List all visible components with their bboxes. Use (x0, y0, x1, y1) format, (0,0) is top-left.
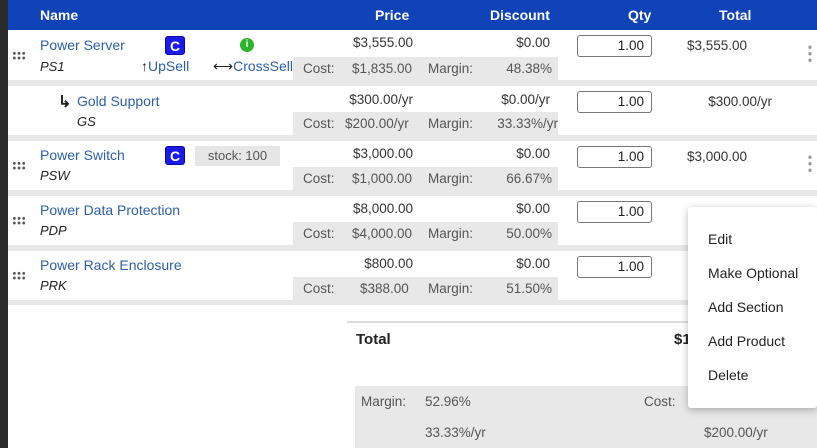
summary-recurring-total: $200.00/yr (704, 425, 768, 440)
drag-handle-icon[interactable] (12, 51, 26, 61)
cost-value: $1,835.00 (352, 61, 413, 76)
cost-label: Cost: (303, 171, 335, 186)
discount-value: $0.00 (516, 146, 550, 161)
margin-value: 48.38% (506, 61, 552, 76)
margin-label: Margin: (428, 61, 474, 76)
arrow-up-icon: ↑ (141, 58, 148, 74)
summary-total-label: Total (356, 331, 391, 348)
margin-label: Margin: (428, 116, 474, 131)
table-row: Power Server PS1 C i ↑UpSell ⟷CrossSell … (8, 30, 817, 80)
crosssell-link[interactable]: ⟷CrossSell (213, 58, 293, 75)
more-options-icon[interactable] (808, 44, 812, 64)
summary-margin-label: Margin: (361, 394, 407, 409)
quantity-input[interactable]: 1.00 (577, 91, 652, 113)
row-context-menu: Edit Make Optional Add Section Add Produ… (688, 207, 817, 408)
product-name-link[interactable]: Power Switch (40, 147, 125, 163)
info-icon[interactable]: i (240, 38, 254, 52)
product-code: PSW (40, 168, 70, 183)
header-name: Name (40, 7, 79, 23)
drag-handle-icon[interactable] (12, 271, 26, 281)
price-value: $300.00/yr (349, 92, 413, 107)
product-code: PDP (40, 223, 67, 238)
total-value: $3,000.00 (686, 149, 747, 164)
header-total: Total (719, 7, 752, 23)
product-name-link[interactable]: Power Rack Enclosure (40, 257, 182, 273)
total-value: $3,555.00 (686, 38, 747, 53)
margin-value: 51.50% (506, 281, 552, 296)
crosssell-label: CrossSell (233, 58, 293, 74)
discount-value: $0.00 (516, 35, 550, 50)
menu-item-add-section[interactable]: Add Section (708, 299, 784, 315)
product-name-link[interactable]: Gold Support (77, 93, 160, 109)
summary-cost-label: Cost: (644, 394, 676, 409)
price-value: $3,555.00 (352, 35, 413, 50)
drag-handle-icon[interactable] (12, 161, 26, 171)
header-discount: Discount (490, 7, 550, 23)
left-border-strip (0, 0, 8, 448)
margin-value: 50.00% (506, 226, 552, 241)
margin-value: 33.33%/yr (497, 116, 558, 131)
product-name-link[interactable]: Power Server (40, 37, 125, 53)
discount-value: $0.00 (516, 256, 550, 271)
configurable-badge[interactable]: C (165, 36, 185, 55)
margin-value: 66.67% (506, 171, 552, 186)
discount-value: $0.00 (516, 201, 550, 216)
cost-label: Cost: (303, 226, 335, 241)
menu-item-make-optional[interactable]: Make Optional (708, 265, 798, 281)
cost-label: Cost: (303, 281, 335, 296)
cost-label: Cost: (303, 116, 335, 131)
quantity-input[interactable]: 1.00 (577, 146, 652, 168)
cost-margin-bar: Cost: $1,000.00 Margin: 66.67% (293, 167, 558, 190)
menu-item-add-product[interactable]: Add Product (708, 333, 785, 349)
cost-margin-bar: Cost: $200.00/yr Margin: 33.33%/yr (293, 112, 558, 135)
price-value: $3,000.00 (352, 146, 413, 161)
quantity-input[interactable]: 1.00 (577, 201, 652, 223)
product-name-link[interactable]: Power Data Protection (40, 202, 180, 218)
summary-recurring-margin: 33.33%/yr (425, 425, 486, 440)
header-price: Price (375, 7, 410, 23)
cost-margin-bar: Cost: $1,835.00 Margin: 48.38% (293, 57, 558, 80)
cost-margin-bar: Cost: $4,000.00 Margin: 50.00% (293, 222, 558, 245)
margin-label: Margin: (428, 226, 474, 241)
margin-label: Margin: (428, 171, 474, 186)
upsell-label: UpSell (148, 58, 190, 74)
cost-value: $1,000.00 (352, 171, 413, 186)
sub-item-arrow-icon: ↳ (58, 94, 72, 111)
price-value: $8,000.00 (352, 201, 413, 216)
product-code: PS1 (40, 59, 65, 74)
menu-item-edit[interactable]: Edit (708, 231, 732, 247)
cost-value: $4,000.00 (352, 226, 413, 241)
cost-value: $388.00 (360, 281, 409, 296)
product-code: PRK (40, 278, 67, 293)
total-value: $300.00/yr (708, 94, 772, 109)
arrow-left-right-icon: ⟷ (213, 58, 234, 74)
summary-margin-value: 52.96% (425, 394, 471, 409)
upsell-link[interactable]: ↑UpSell (141, 58, 189, 74)
cost-value: $200.00/yr (345, 116, 409, 131)
stock-badge: stock: 100 (195, 146, 280, 166)
quantity-input[interactable]: 1.00 (577, 256, 652, 278)
table-row: Power Switch PSW C stock: 100 $3,000.00 … (8, 141, 817, 190)
table-header: Name Price Discount Qty Total (8, 0, 817, 30)
cost-label: Cost: (303, 61, 335, 76)
drag-handle-icon[interactable] (12, 216, 26, 226)
table-row: ↳ Gold Support GS $300.00/yr $0.00/yr Co… (8, 86, 817, 135)
more-options-icon[interactable] (808, 154, 812, 174)
configurable-badge[interactable]: C (165, 146, 185, 165)
header-qty: Qty (628, 7, 652, 23)
cost-margin-bar: Cost: $388.00 Margin: 51.50% (293, 277, 558, 300)
product-code: GS (77, 114, 96, 129)
menu-item-delete[interactable]: Delete (708, 367, 748, 383)
discount-value: $0.00/yr (501, 92, 550, 107)
margin-label: Margin: (428, 281, 474, 296)
price-value: $800.00 (364, 256, 413, 271)
quantity-input[interactable]: 1.00 (577, 35, 652, 57)
